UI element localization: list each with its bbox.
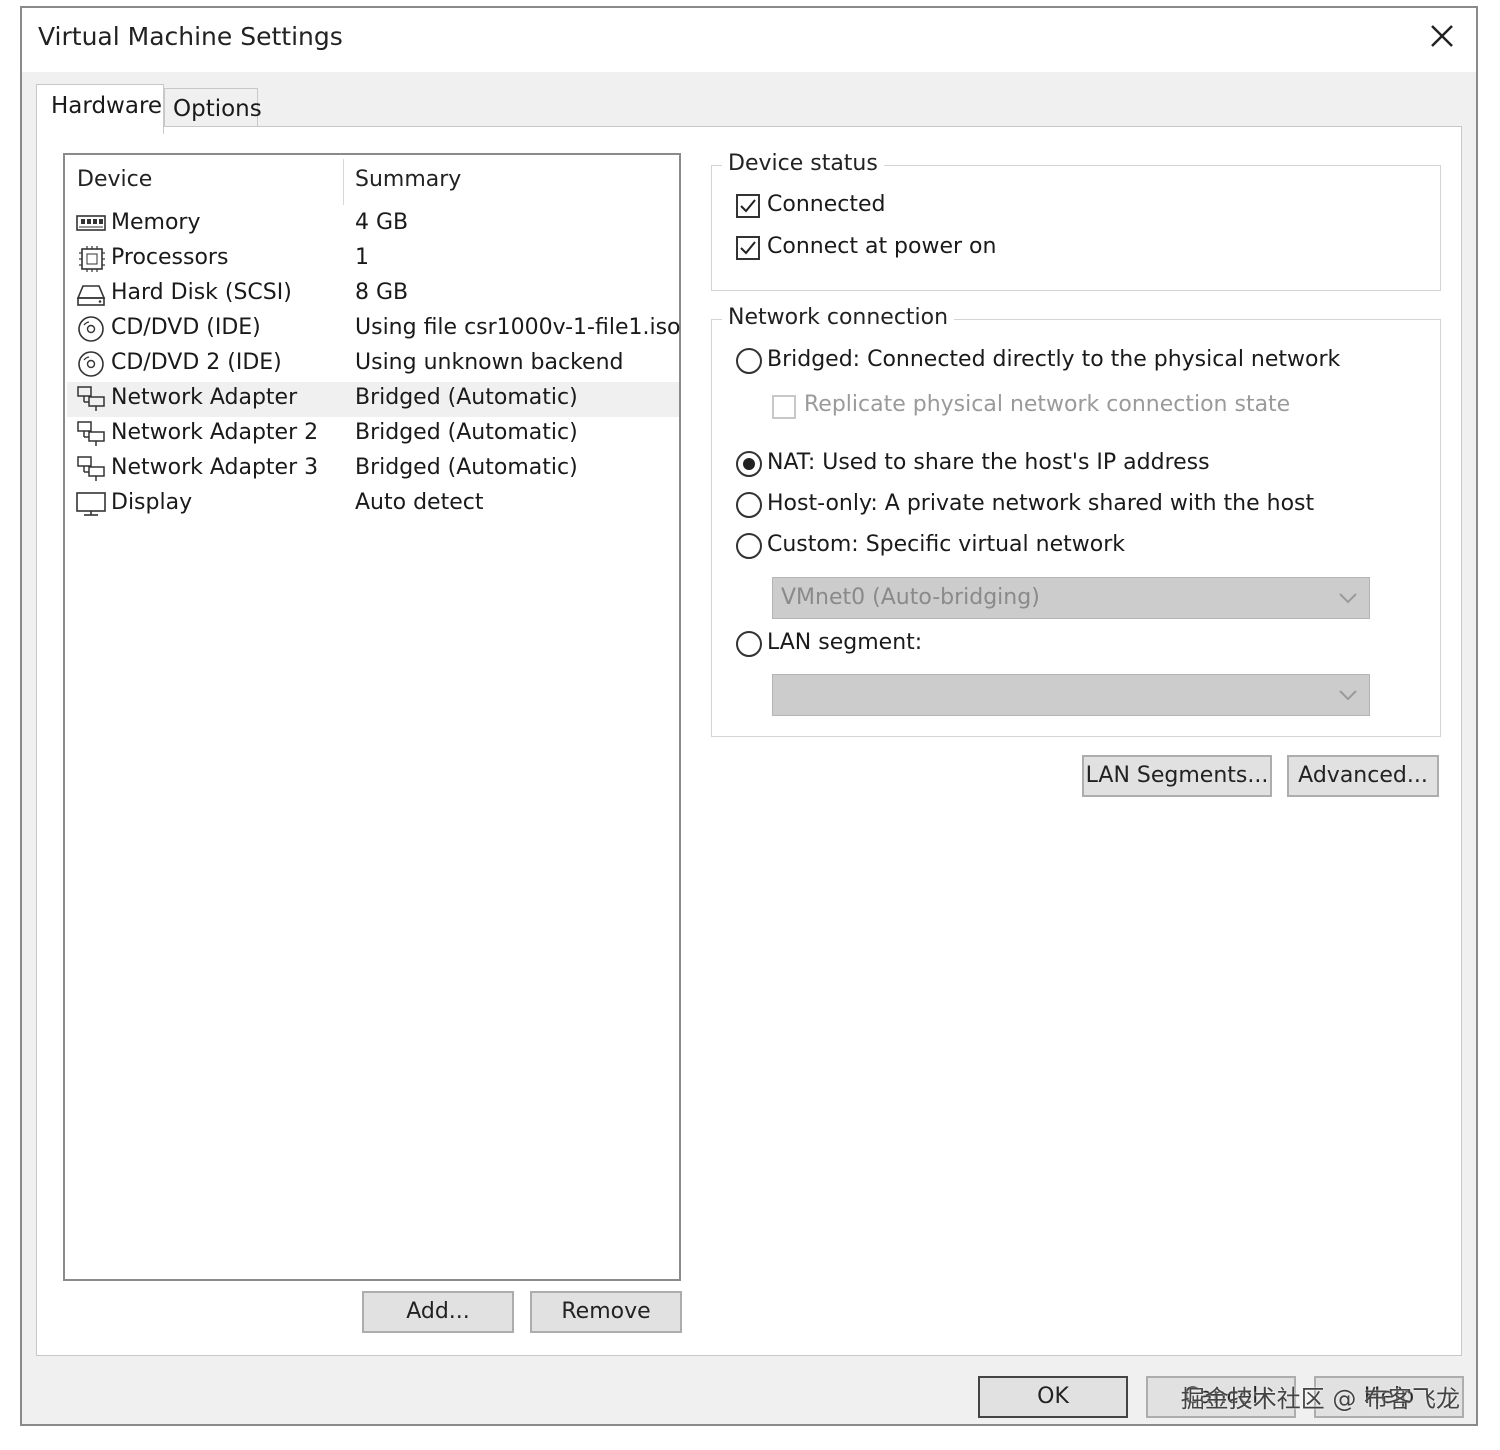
device-name: Processors — [111, 245, 229, 270]
network-adapter-icon — [77, 421, 105, 446]
tab-label: Options — [173, 96, 262, 122]
device-list: Device Summary Memory 4 GB Processors 1 … — [63, 153, 681, 1281]
device-name: Hard Disk (SCSI) — [111, 280, 292, 305]
display-icon — [76, 492, 106, 516]
device-row-cd-dvd[interactable]: CD/DVD (IDE) Using file csr1000v-1-file1… — [67, 312, 681, 347]
processor-icon — [79, 246, 105, 272]
remove-button[interactable]: Remove — [530, 1291, 682, 1333]
device-name: Network Adapter 2 — [111, 420, 319, 445]
column-divider[interactable] — [343, 159, 344, 205]
nat-label[interactable]: NAT: Used to share the host's IP address — [767, 450, 1210, 475]
device-name: Network Adapter — [111, 385, 298, 410]
tab-hardware[interactable]: Hardware — [36, 84, 164, 134]
device-name: CD/DVD 2 (IDE) — [111, 350, 282, 375]
column-header-device[interactable]: Device — [77, 167, 152, 192]
check-icon — [740, 241, 756, 255]
connect-at-power-on-label[interactable]: Connect at power on — [767, 234, 996, 259]
device-summary: 1 — [355, 245, 369, 270]
chevron-down-icon — [1339, 593, 1357, 604]
check-icon — [740, 199, 756, 213]
device-name: Memory — [111, 210, 201, 235]
device-name: Network Adapter 3 — [111, 455, 319, 480]
device-row-network-adapter[interactable]: Network Adapter Bridged (Automatic) — [67, 382, 679, 417]
column-header-summary[interactable]: Summary — [355, 167, 461, 192]
device-summary: Using unknown backend — [355, 350, 624, 375]
device-summary: 4 GB — [355, 210, 409, 235]
custom-network-select[interactable]: VMnet0 (Auto-bridging) — [772, 577, 1370, 619]
nat-radio[interactable] — [736, 451, 762, 477]
window-title: Virtual Machine Settings — [38, 22, 343, 51]
lan-segment-radio[interactable] — [736, 631, 762, 657]
device-name: CD/DVD (IDE) — [111, 315, 261, 340]
device-row-cd-dvd-2[interactable]: CD/DVD 2 (IDE) Using unknown backend — [67, 347, 679, 382]
hard-disk-icon — [76, 285, 106, 306]
device-summary: 8 GB — [355, 280, 409, 305]
device-row-processors[interactable]: Processors 1 — [67, 242, 679, 277]
device-row-network-adapter-3[interactable]: Network Adapter 3 Bridged (Automatic) — [67, 452, 679, 487]
advanced-button[interactable]: Advanced... — [1287, 755, 1439, 797]
connect-at-power-on-checkbox[interactable] — [736, 236, 760, 260]
cd-dvd-icon — [78, 351, 104, 377]
network-connection-group: Network connection Bridged: Connected di… — [711, 305, 1441, 737]
cd-dvd-icon — [78, 316, 104, 342]
ok-button[interactable]: OK — [978, 1376, 1128, 1418]
replicate-state-label[interactable]: Replicate physical network connection st… — [804, 392, 1290, 417]
device-summary: Bridged (Automatic) — [355, 455, 578, 480]
device-row-memory[interactable]: Memory 4 GB — [67, 207, 679, 242]
network-adapter-icon — [77, 456, 105, 481]
chevron-down-icon — [1339, 690, 1357, 701]
replicate-state-checkbox[interactable] — [772, 395, 796, 419]
connected-label[interactable]: Connected — [767, 192, 885, 217]
host-only-label[interactable]: Host-only: A private network shared with… — [767, 491, 1314, 516]
tab-options[interactable]: Options — [164, 88, 262, 130]
add-button[interactable]: Add... — [362, 1291, 514, 1333]
device-status-group: Device status Connected Connect at power… — [711, 151, 1441, 291]
bridged-label[interactable]: Bridged: Connected directly to the physi… — [767, 347, 1340, 372]
custom-network-value: VMnet0 (Auto-bridging) — [781, 585, 1040, 610]
dialog-footer: OK Cancel Help 掘金技术社区 @ 布客飞龙 — [22, 1358, 1476, 1424]
radio-selected-dot — [743, 458, 755, 470]
lan-segments-button[interactable]: LAN Segments... — [1082, 755, 1272, 797]
network-connection-title: Network connection — [722, 305, 955, 330]
device-row-display[interactable]: Display Auto detect — [67, 487, 679, 522]
device-name: Display — [111, 490, 193, 515]
device-summary: Bridged (Automatic) — [355, 385, 578, 410]
watermark: 掘金技术社区 @ 布客飞龙 — [1180, 1385, 1460, 1413]
lan-segment-select[interactable] — [772, 674, 1370, 716]
lan-segment-label[interactable]: LAN segment: — [767, 630, 922, 655]
hardware-panel: Device Summary Memory 4 GB Processors 1 … — [36, 126, 1462, 1356]
close-icon[interactable] — [1422, 16, 1462, 56]
vm-settings-dialog: Virtual Machine Settings Hardware Option… — [20, 6, 1478, 1426]
memory-icon — [76, 215, 106, 231]
bridged-radio[interactable] — [736, 348, 762, 374]
custom-label[interactable]: Custom: Specific virtual network — [767, 532, 1125, 557]
device-summary: Auto detect — [355, 490, 484, 515]
host-only-radio[interactable] — [736, 492, 762, 518]
network-adapter-icon — [77, 386, 105, 411]
device-status-title: Device status — [722, 151, 884, 176]
custom-radio[interactable] — [736, 533, 762, 559]
tab-label: Hardware — [51, 93, 163, 119]
device-row-network-adapter-2[interactable]: Network Adapter 2 Bridged (Automatic) — [67, 417, 679, 452]
device-summary: Using file csr1000v-1-file1.iso — [355, 315, 681, 340]
device-row-hard-disk[interactable]: Hard Disk (SCSI) 8 GB — [67, 277, 679, 312]
title-bar: Virtual Machine Settings — [22, 8, 1476, 72]
device-summary: Bridged (Automatic) — [355, 420, 578, 445]
connected-checkbox[interactable] — [736, 194, 760, 218]
